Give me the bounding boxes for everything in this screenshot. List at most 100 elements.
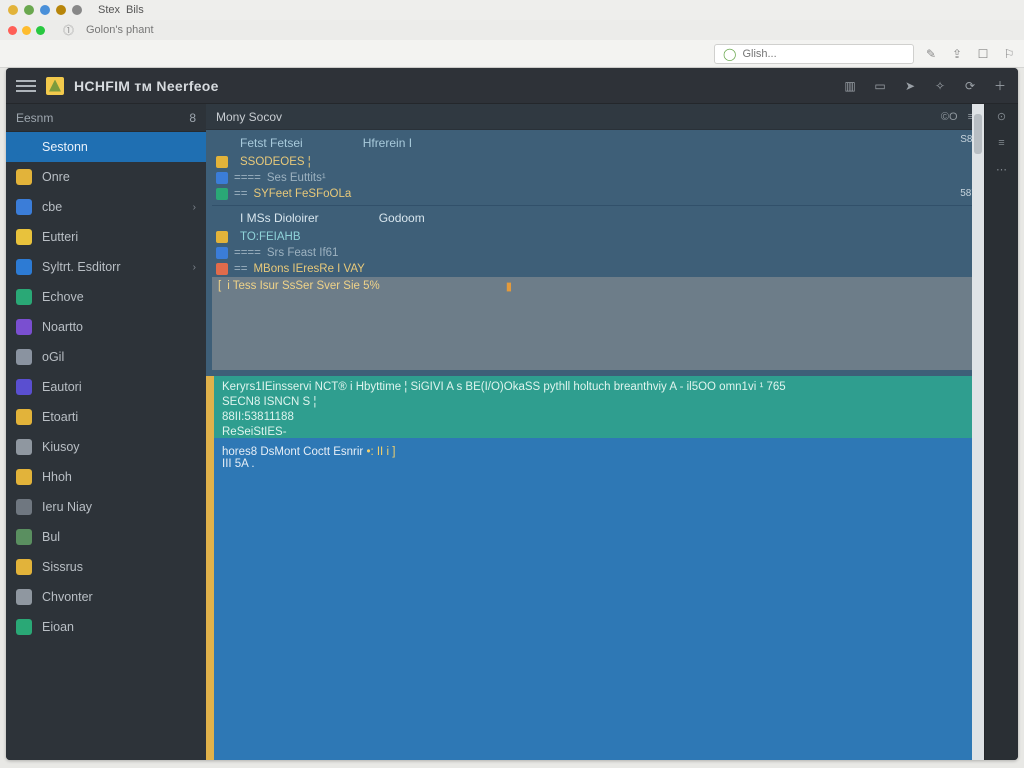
- os-menu-item[interactable]: Bils: [126, 4, 144, 16]
- sidebar-item[interactable]: Hhoh: [6, 462, 206, 492]
- sidebar-item-label: oGil: [42, 350, 64, 364]
- pencil-icon[interactable]: ✎: [922, 45, 940, 63]
- rail-icon[interactable]: ≡: [998, 137, 1004, 149]
- sidebar-item-icon: [16, 559, 32, 575]
- sidebar-item[interactable]: Onre: [6, 162, 206, 192]
- line-prefix: ====: [234, 172, 261, 184]
- hamburger-icon[interactable]: [16, 80, 36, 92]
- editor-line[interactable]: SSODEOES ¦: [212, 154, 978, 170]
- editor-line[interactable]: ==== Srs Feast If61: [212, 245, 978, 261]
- sidebar-item-icon: [16, 439, 32, 455]
- sidebar-item-label: Kiusoy: [42, 440, 80, 454]
- console-pane[interactable]: Keryrs1IEinsservi NCT® i Hbyttime ¦ SiGI…: [206, 376, 984, 760]
- sidebar-item-label: Noartto: [42, 320, 83, 334]
- sidebar-item-label: Eioan: [42, 620, 74, 634]
- sidebar-item[interactable]: Sissrus: [6, 552, 206, 582]
- bookmark-icon[interactable]: ⚐: [1000, 45, 1018, 63]
- console-gutter: [206, 376, 214, 760]
- editor-col-header: Fetst Fetsei: [240, 136, 303, 150]
- ide-window: HCHFIM ᴛᴍ Neerfeoe ▥ ▭ ➤ ✧ ⟳ ＋ Eesnm 8 S…: [6, 68, 1018, 760]
- editor-line[interactable]: TO:FEIAHB: [212, 229, 978, 245]
- sidebar-item[interactable]: oGil: [6, 342, 206, 372]
- sidebar-item[interactable]: Sestonn: [6, 132, 206, 162]
- sidebar-item-icon: [16, 169, 32, 185]
- window-tab-bar: ⓵ Golon's phant: [0, 20, 1024, 40]
- save-icon[interactable]: ▭: [872, 78, 888, 94]
- editor-tab[interactable]: Mony Socov: [216, 110, 282, 124]
- line-icon: [216, 172, 228, 184]
- line-icon: [216, 231, 228, 243]
- search-input[interactable]: [742, 48, 905, 60]
- chevron-right-icon: ›: [193, 262, 196, 273]
- rail-icon[interactable]: ⋯: [996, 163, 1007, 176]
- console-highlight-band: Keryrs1IEinsservi NCT® i Hbyttime ¦ SiGI…: [214, 376, 984, 438]
- sidebar-item[interactable]: Echove: [6, 282, 206, 312]
- os-menu-item[interactable]: Stex: [98, 4, 120, 16]
- sidebar-item[interactable]: Eutteri: [6, 222, 206, 252]
- sidebar-item-label: Etoarti: [42, 410, 78, 424]
- sidebar-item-icon: [16, 289, 32, 305]
- sidebar-item-icon: [16, 379, 32, 395]
- sidebar-item[interactable]: Chvonter: [6, 582, 206, 612]
- sidebar-item-icon: [16, 469, 32, 485]
- sidebar-item-label: Syltrt. Esditorr: [42, 260, 121, 274]
- line-icon: [216, 156, 228, 168]
- line-text: MBons IEresRe I VAY: [253, 263, 364, 275]
- line-icon: [216, 188, 228, 200]
- line-text: Srs Feast If61: [267, 247, 339, 259]
- maximize-icon[interactable]: [36, 26, 45, 35]
- sidebar-item-icon: [16, 259, 32, 275]
- editor-line-text: i Tess Isur SsSer Sver Sie 5%: [227, 280, 380, 292]
- sidebar-item-icon: [16, 139, 32, 155]
- tabstrip-action[interactable]: ©O: [941, 111, 958, 123]
- editor-line-selected[interactable]: [ i Tess Isur SsSer Sver Sie 5% ▮: [212, 277, 978, 295]
- share-icon[interactable]: ⇪: [948, 45, 966, 63]
- sidebar-item[interactable]: Eautori: [6, 372, 206, 402]
- editor-line[interactable]: == MBons IEresRe I VAY: [212, 261, 978, 277]
- editor-empty-area[interactable]: [212, 295, 978, 370]
- window-tab-label[interactable]: Golon's phant: [86, 24, 154, 36]
- window-controls[interactable]: [8, 26, 45, 35]
- browser-toolbar: ◯ ✎ ⇪ ☐ ⚐: [0, 40, 1024, 68]
- editor-subheader: Godoom: [379, 211, 425, 225]
- sidebar-item[interactable]: Eioan: [6, 612, 206, 642]
- editor-pane[interactable]: Fetst Fetsei Hfrerein I SSODEOES ¦ ==== …: [206, 130, 984, 376]
- editor-subheader: I MSs Dioloirer: [240, 211, 319, 225]
- sidebar-item-icon: [16, 409, 32, 425]
- sidebar-item[interactable]: Kiusoy: [6, 432, 206, 462]
- os-top-bar: Stex Bils: [0, 0, 1024, 20]
- app-logo-icon: [46, 77, 64, 95]
- refresh-icon[interactable]: ⟳: [962, 78, 978, 94]
- os-dot-icon: [40, 5, 50, 15]
- sidebar-item-label: Bul: [42, 530, 60, 544]
- sidebar-item-icon: [16, 229, 32, 245]
- sidebar-item-icon: [16, 589, 32, 605]
- sidebar-item-label: Sestonn: [42, 140, 88, 154]
- sidebar-item[interactable]: Etoarti: [6, 402, 206, 432]
- send-icon[interactable]: ➤: [902, 78, 918, 94]
- add-icon[interactable]: ＋: [992, 78, 1008, 94]
- sidebar-item[interactable]: cbe›: [6, 192, 206, 222]
- line-prefix: ====: [234, 247, 261, 259]
- rail-icon[interactable]: ⊙: [997, 110, 1006, 123]
- editor-line[interactable]: == SYFeet FeSFoOLa: [212, 186, 978, 202]
- sidebar-item-label: Hhoh: [42, 470, 72, 484]
- minimize-icon[interactable]: [22, 26, 31, 35]
- search-box[interactable]: ◯: [714, 44, 914, 64]
- scrollbar-thumb[interactable]: [974, 114, 982, 154]
- sidebar-item[interactable]: Ieru Niay: [6, 492, 206, 522]
- sidebar-item[interactable]: Bul: [6, 522, 206, 552]
- sidebar-item[interactable]: Noartto: [6, 312, 206, 342]
- close-icon[interactable]: [8, 26, 17, 35]
- right-rail: ⊙ ≡ ⋯: [984, 104, 1018, 760]
- editor-line[interactable]: ==== Ses Euttits¹: [212, 170, 978, 186]
- os-dot-icon: [72, 5, 82, 15]
- layout-icon[interactable]: ▥: [842, 78, 858, 94]
- share-icon[interactable]: ✧: [932, 78, 948, 94]
- sidebar-item[interactable]: Syltrt. Esditorr ›: [6, 252, 206, 282]
- vertical-scrollbar[interactable]: [972, 104, 984, 760]
- console-line: III 5A .: [222, 458, 976, 470]
- box-icon[interactable]: ☐: [974, 45, 992, 63]
- sidebar-item-label: Eautori: [42, 380, 82, 394]
- line-icon: [216, 263, 228, 275]
